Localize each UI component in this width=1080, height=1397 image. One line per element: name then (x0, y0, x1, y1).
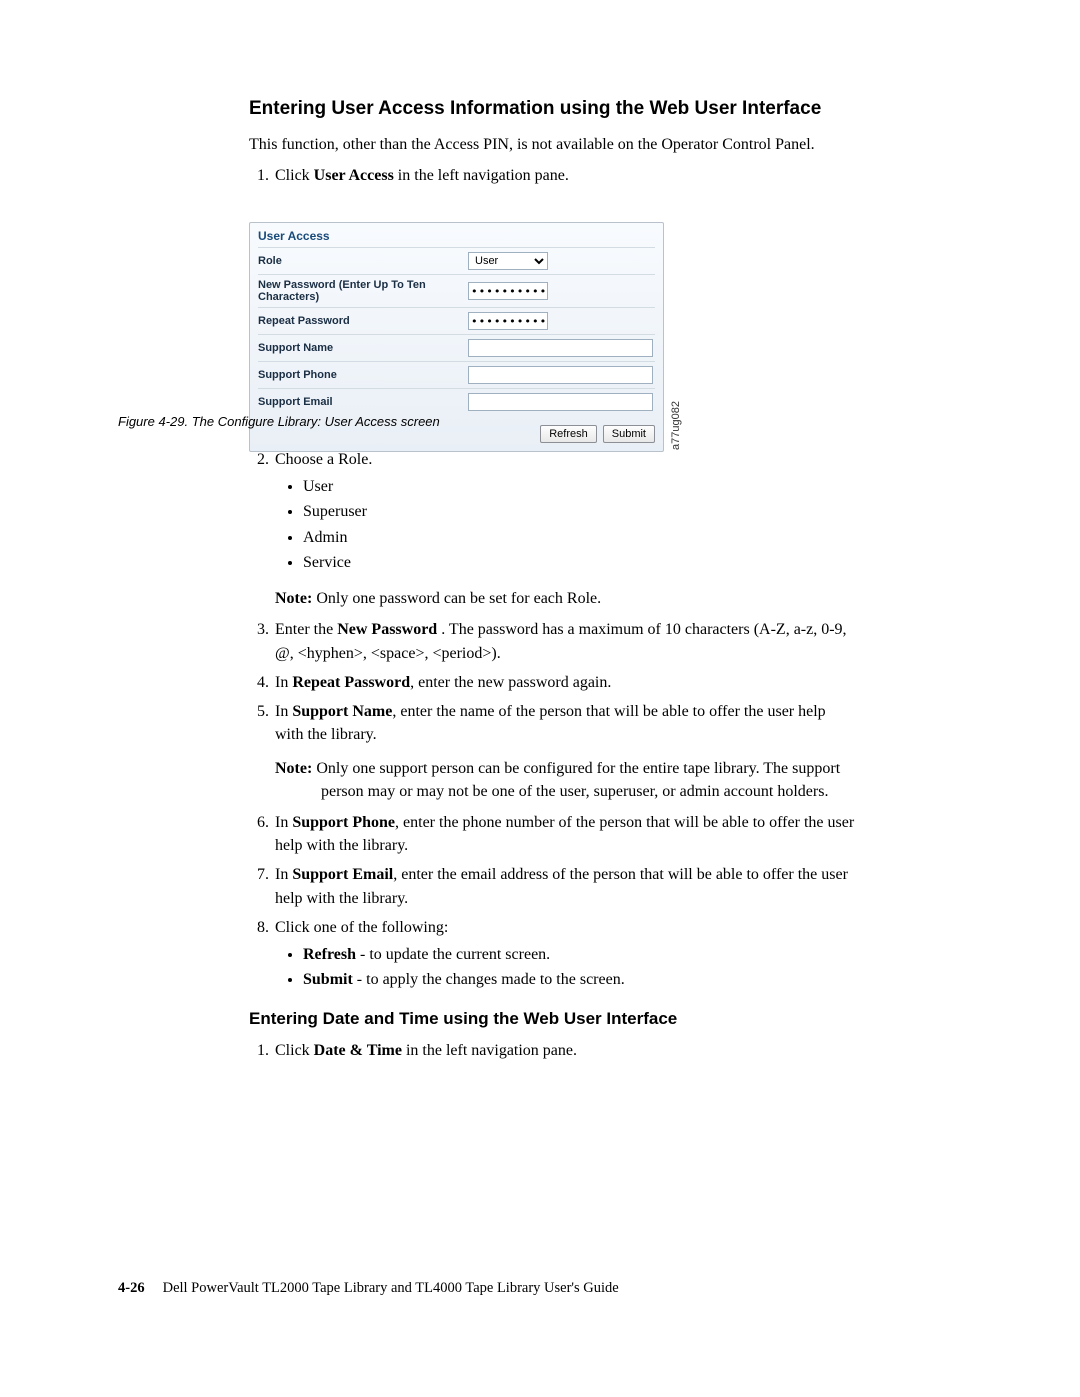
role-option-admin: Admin (303, 526, 857, 549)
support-email-input[interactable] (468, 393, 653, 411)
page-number: 4-26 (118, 1280, 145, 1297)
step8-opt-refresh: Refresh - to update the current screen. (303, 943, 857, 966)
role-select[interactable]: User (468, 252, 548, 270)
step-7: In Support Email, enter the email addres… (273, 863, 857, 909)
note-step5: Note: Only one support person can be con… (275, 758, 857, 803)
note-step2: Note: Only one password can be set for e… (275, 588, 857, 610)
role-label: Role (258, 255, 468, 267)
page-footer: 4-26 Dell PowerVault TL2000 Tape Library… (118, 1280, 619, 1297)
support-name-label: Support Name (258, 342, 468, 354)
repeat-password-input[interactable] (468, 312, 548, 330)
dt-step-1: Click Date & Time in the left navigation… (273, 1039, 857, 1062)
new-password-label: New Password (Enter Up To Ten Characters… (258, 279, 468, 303)
step-4: In Repeat Password, enter the new passwo… (273, 671, 857, 694)
role-option-service: Service (303, 551, 857, 574)
role-option-user: User (303, 475, 857, 498)
support-phone-label: Support Phone (258, 369, 468, 381)
step-2-text: Choose a Role. (275, 451, 372, 468)
panel-title: User Access (258, 229, 655, 243)
section-heading-date-time: Entering Date and Time using the Web Use… (249, 1009, 857, 1029)
intro-paragraph: This function, other than the Access PIN… (249, 134, 857, 156)
step-1-post: in the left navigation pane. (394, 167, 569, 184)
step-5: In Support Name, enter the name of the p… (273, 700, 857, 803)
step-1-bold: User Access (314, 167, 394, 184)
step-3: Enter the New Password . The password ha… (273, 618, 857, 664)
refresh-button[interactable]: Refresh (540, 425, 597, 443)
footer-title: Dell PowerVault TL2000 Tape Library and … (163, 1280, 619, 1297)
support-name-input[interactable] (468, 339, 653, 357)
step-2: Choose a Role. User Superuser Admin Serv… (273, 448, 857, 610)
figure-id-label: a77ug082 (670, 401, 682, 450)
figure-caption: Figure 4-29. The Configure Library: User… (118, 414, 440, 429)
support-email-label: Support Email (258, 396, 468, 408)
repeat-password-label: Repeat Password (258, 315, 468, 327)
step-8: Click one of the following: Refresh - to… (273, 916, 857, 992)
step-1-pre: Click (275, 167, 314, 184)
step-6: In Support Phone, enter the phone number… (273, 811, 857, 857)
role-option-superuser: Superuser (303, 500, 857, 523)
step8-opt-submit: Submit - to apply the changes made to th… (303, 968, 857, 991)
support-phone-input[interactable] (468, 366, 653, 384)
submit-button[interactable]: Submit (603, 425, 655, 443)
section-heading-user-access: Entering User Access Information using t… (249, 98, 857, 120)
step-1: Click User Access in the left navigation… (273, 164, 857, 187)
new-password-input[interactable] (468, 282, 548, 300)
